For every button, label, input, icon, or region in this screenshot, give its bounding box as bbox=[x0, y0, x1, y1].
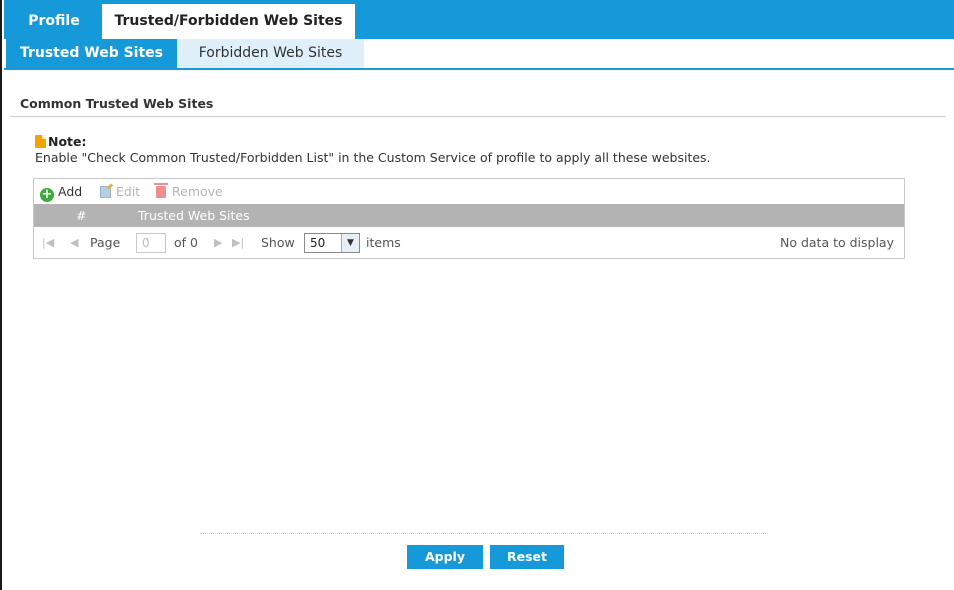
add-label: Add bbox=[58, 184, 83, 199]
section-divider bbox=[10, 116, 946, 117]
page-count-label: of 0 bbox=[174, 235, 198, 250]
remove-button[interactable]: Remove bbox=[154, 183, 223, 201]
remove-label: Remove bbox=[172, 184, 223, 199]
chevron-down-icon: ▼ bbox=[341, 234, 359, 252]
subtab-trusted-web-sites[interactable]: Trusted Web Sites bbox=[6, 39, 177, 68]
next-page-icon[interactable]: ▶ bbox=[214, 227, 222, 258]
column-header-trusted-web-sites[interactable]: Trusted Web Sites bbox=[138, 204, 250, 227]
plus-icon: + bbox=[40, 187, 54, 202]
footer-divider bbox=[200, 533, 768, 534]
window-frame: Profile Trusted/Forbidden Web Sites Trus… bbox=[0, 0, 954, 590]
add-button[interactable]: + Add bbox=[40, 183, 83, 202]
trusted-sites-table: + Add Edit Remove # Trusted Web Sites |◀ … bbox=[33, 178, 905, 259]
edit-icon bbox=[100, 186, 111, 198]
empty-message: No data to display bbox=[779, 235, 894, 250]
show-label: Show bbox=[261, 235, 295, 250]
apply-button[interactable]: Apply bbox=[407, 545, 483, 569]
first-page-icon[interactable]: |◀ bbox=[42, 227, 54, 258]
sub-tab-bar: Trusted Web Sites Forbidden Web Sites bbox=[4, 39, 954, 70]
items-per-page-value: 50 bbox=[310, 236, 326, 250]
page-label: Page bbox=[90, 235, 121, 250]
tab-trusted-forbidden-web-sites[interactable]: Trusted/Forbidden Web Sites bbox=[102, 4, 355, 39]
column-header-number[interactable]: # bbox=[76, 204, 86, 227]
note-title: Note: bbox=[48, 134, 87, 149]
edit-label: Edit bbox=[116, 184, 141, 199]
page-number-input[interactable]: 0 bbox=[136, 233, 166, 253]
tab-profile[interactable]: Profile bbox=[6, 4, 102, 39]
items-per-page-select[interactable]: 50 ▼ bbox=[304, 233, 360, 253]
reset-button[interactable]: Reset bbox=[490, 545, 564, 569]
last-page-icon[interactable]: ▶| bbox=[232, 227, 244, 258]
table-header: # Trusted Web Sites bbox=[34, 204, 904, 227]
subtab-forbidden-web-sites[interactable]: Forbidden Web Sites bbox=[177, 39, 364, 68]
edit-button[interactable]: Edit bbox=[100, 183, 140, 201]
trash-icon bbox=[154, 183, 168, 198]
top-tab-bar: Profile Trusted/Forbidden Web Sites bbox=[4, 0, 954, 39]
section-title: Common Trusted Web Sites bbox=[20, 96, 214, 111]
items-label: items bbox=[366, 235, 401, 250]
table-toolbar: + Add Edit Remove bbox=[34, 179, 904, 204]
pagination-bar: |◀ ◀ Page 0 of 0 ▶ ▶| Show 50 ▼ items No… bbox=[34, 227, 904, 258]
prev-page-icon[interactable]: ◀ bbox=[70, 227, 78, 258]
note-text: Enable "Check Common Trusted/Forbidden L… bbox=[35, 150, 711, 165]
note-icon bbox=[35, 135, 46, 148]
